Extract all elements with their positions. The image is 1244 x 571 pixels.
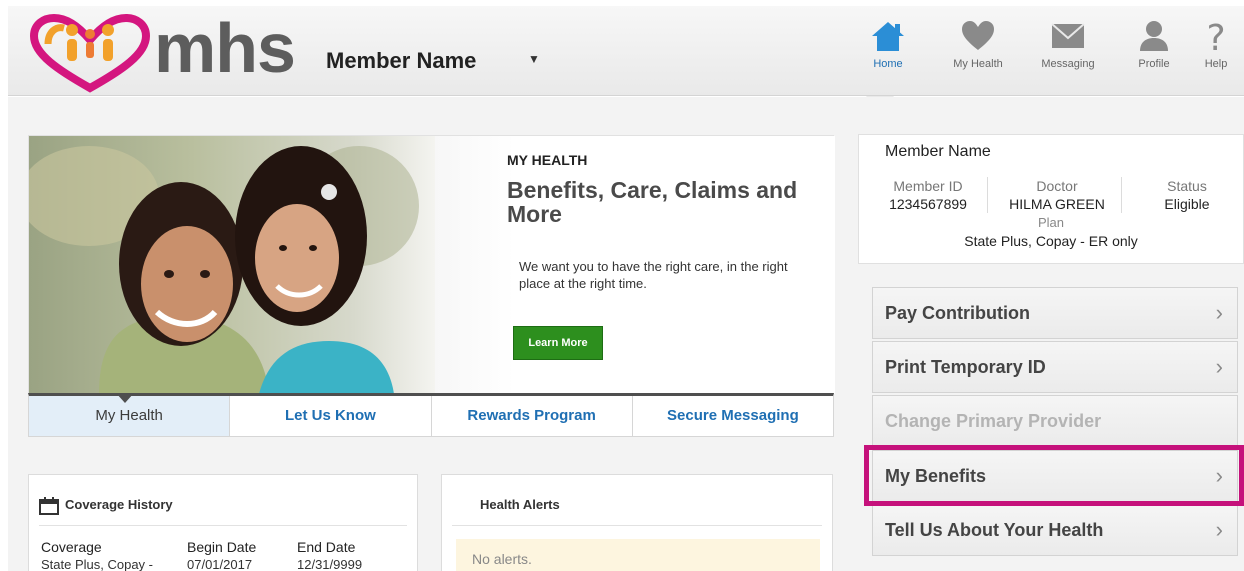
hero-kicker: MY HEALTH [507,152,588,168]
app-header: mhs Member Name ▼ Home My Health Messagi… [8,6,1244,96]
person-icon [1140,21,1168,51]
tab-active-pointer [116,393,134,403]
mother-daughter-photo [29,146,419,394]
change-primary-provider-button: Change Primary Provider [872,395,1238,447]
pay-contribution-button[interactable]: Pay Contribution › [872,287,1238,339]
summary-member-name: Member Name [885,143,991,160]
end-date-value: 12/31/9999 [297,557,363,571]
chevron-right-icon: › [1215,354,1223,379]
nav-home-label: Home [873,58,903,70]
hero-photo [29,136,435,394]
hero-title: Benefits, Care, Claims and More [507,177,798,227]
alerts-message: No alerts. [456,539,820,571]
chevron-right-icon: › [1215,300,1223,325]
nav-messaging-label: Messaging [1041,58,1095,70]
divider [452,525,822,526]
home-icon [872,22,904,51]
coverage-header: Coverage [41,539,102,555]
svg-text:?: ? [1206,20,1225,52]
health-alerts-title: Health Alerts [480,497,560,512]
hero-tabs: My Health Let Us Know Rewards Program Se… [28,393,834,437]
doctor-label: Doctor [1036,178,1078,194]
hero-text-panel: MY HEALTH Benefits, Care, Claims and Mor… [435,136,835,394]
tab-let-us-know[interactable]: Let Us Know [230,396,432,436]
status-value: Eligible [1164,196,1210,212]
tell-us-about-your-health-label: Tell Us About Your Health [885,520,1104,540]
mhs-logo[interactable]: mhs [28,9,298,94]
coverage-value: State Plus, Copay - [41,557,153,571]
nav-profile[interactable]: Profile [1116,20,1192,90]
nav-my-health-label: My Health [953,58,1003,70]
family-heart-logo-icon [29,13,151,93]
print-temporary-id-button[interactable]: Print Temporary ID › [872,341,1238,393]
separator [1121,177,1122,213]
member-id-value: 1234567899 [889,196,967,212]
health-alerts-card: Health Alerts No alerts. [441,474,833,571]
member-name-menu[interactable]: Member Name [326,48,476,74]
plan-label: Plan [1037,215,1065,230]
end-date-header: End Date [297,539,356,555]
nav-profile-label: Profile [1138,58,1170,70]
hero-banner: MY HEALTH Benefits, Care, Claims and Mor… [28,135,835,394]
separator [987,177,988,213]
status-label: Status [1167,178,1207,194]
nav-messaging[interactable]: Messaging [1030,20,1106,90]
nav-home[interactable]: Home [850,20,926,90]
nav-my-health[interactable]: My Health [940,20,1016,90]
heart-icon [962,21,994,50]
begin-date-value: 07/01/2017 [187,557,253,571]
print-temporary-id-label: Print Temporary ID [885,357,1046,377]
nav-help[interactable]: ? Help [1184,20,1244,90]
my-benefits-highlight [864,445,1244,506]
member-summary: Member Name Member ID 1234567899 Doctor … [858,134,1244,264]
hero-description: We want you to have the right care, in t… [519,259,788,291]
divider [39,525,407,526]
member-id-label: Member ID [893,178,963,194]
learn-more-button[interactable]: Learn More [513,326,603,360]
plan-value: State Plus, Copay - ER only [964,233,1138,249]
change-primary-provider-label: Change Primary Provider [885,411,1102,431]
calendar-icon [39,497,59,515]
begin-date-header: Begin Date [187,539,257,555]
nav-help-label: Help [1204,58,1228,70]
caret-down-icon[interactable]: ▼ [528,52,540,66]
envelope-icon [1051,23,1085,48]
question-icon: ? [1206,20,1225,52]
coverage-history-title: Coverage History [65,497,173,512]
tell-us-about-your-health-button[interactable]: Tell Us About Your Health › [872,504,1238,556]
pay-contribution-label: Pay Contribution [885,303,1030,323]
doctor-value: HILMA GREEN [1009,196,1105,212]
coverage-history-card: Coverage History Coverage Begin Date End… [28,474,418,571]
logo-wordmark: mhs [154,9,296,87]
chevron-right-icon: › [1215,517,1223,542]
tab-secure-messaging[interactable]: Secure Messaging [633,396,833,436]
tab-rewards-program[interactable]: Rewards Program [432,396,633,436]
